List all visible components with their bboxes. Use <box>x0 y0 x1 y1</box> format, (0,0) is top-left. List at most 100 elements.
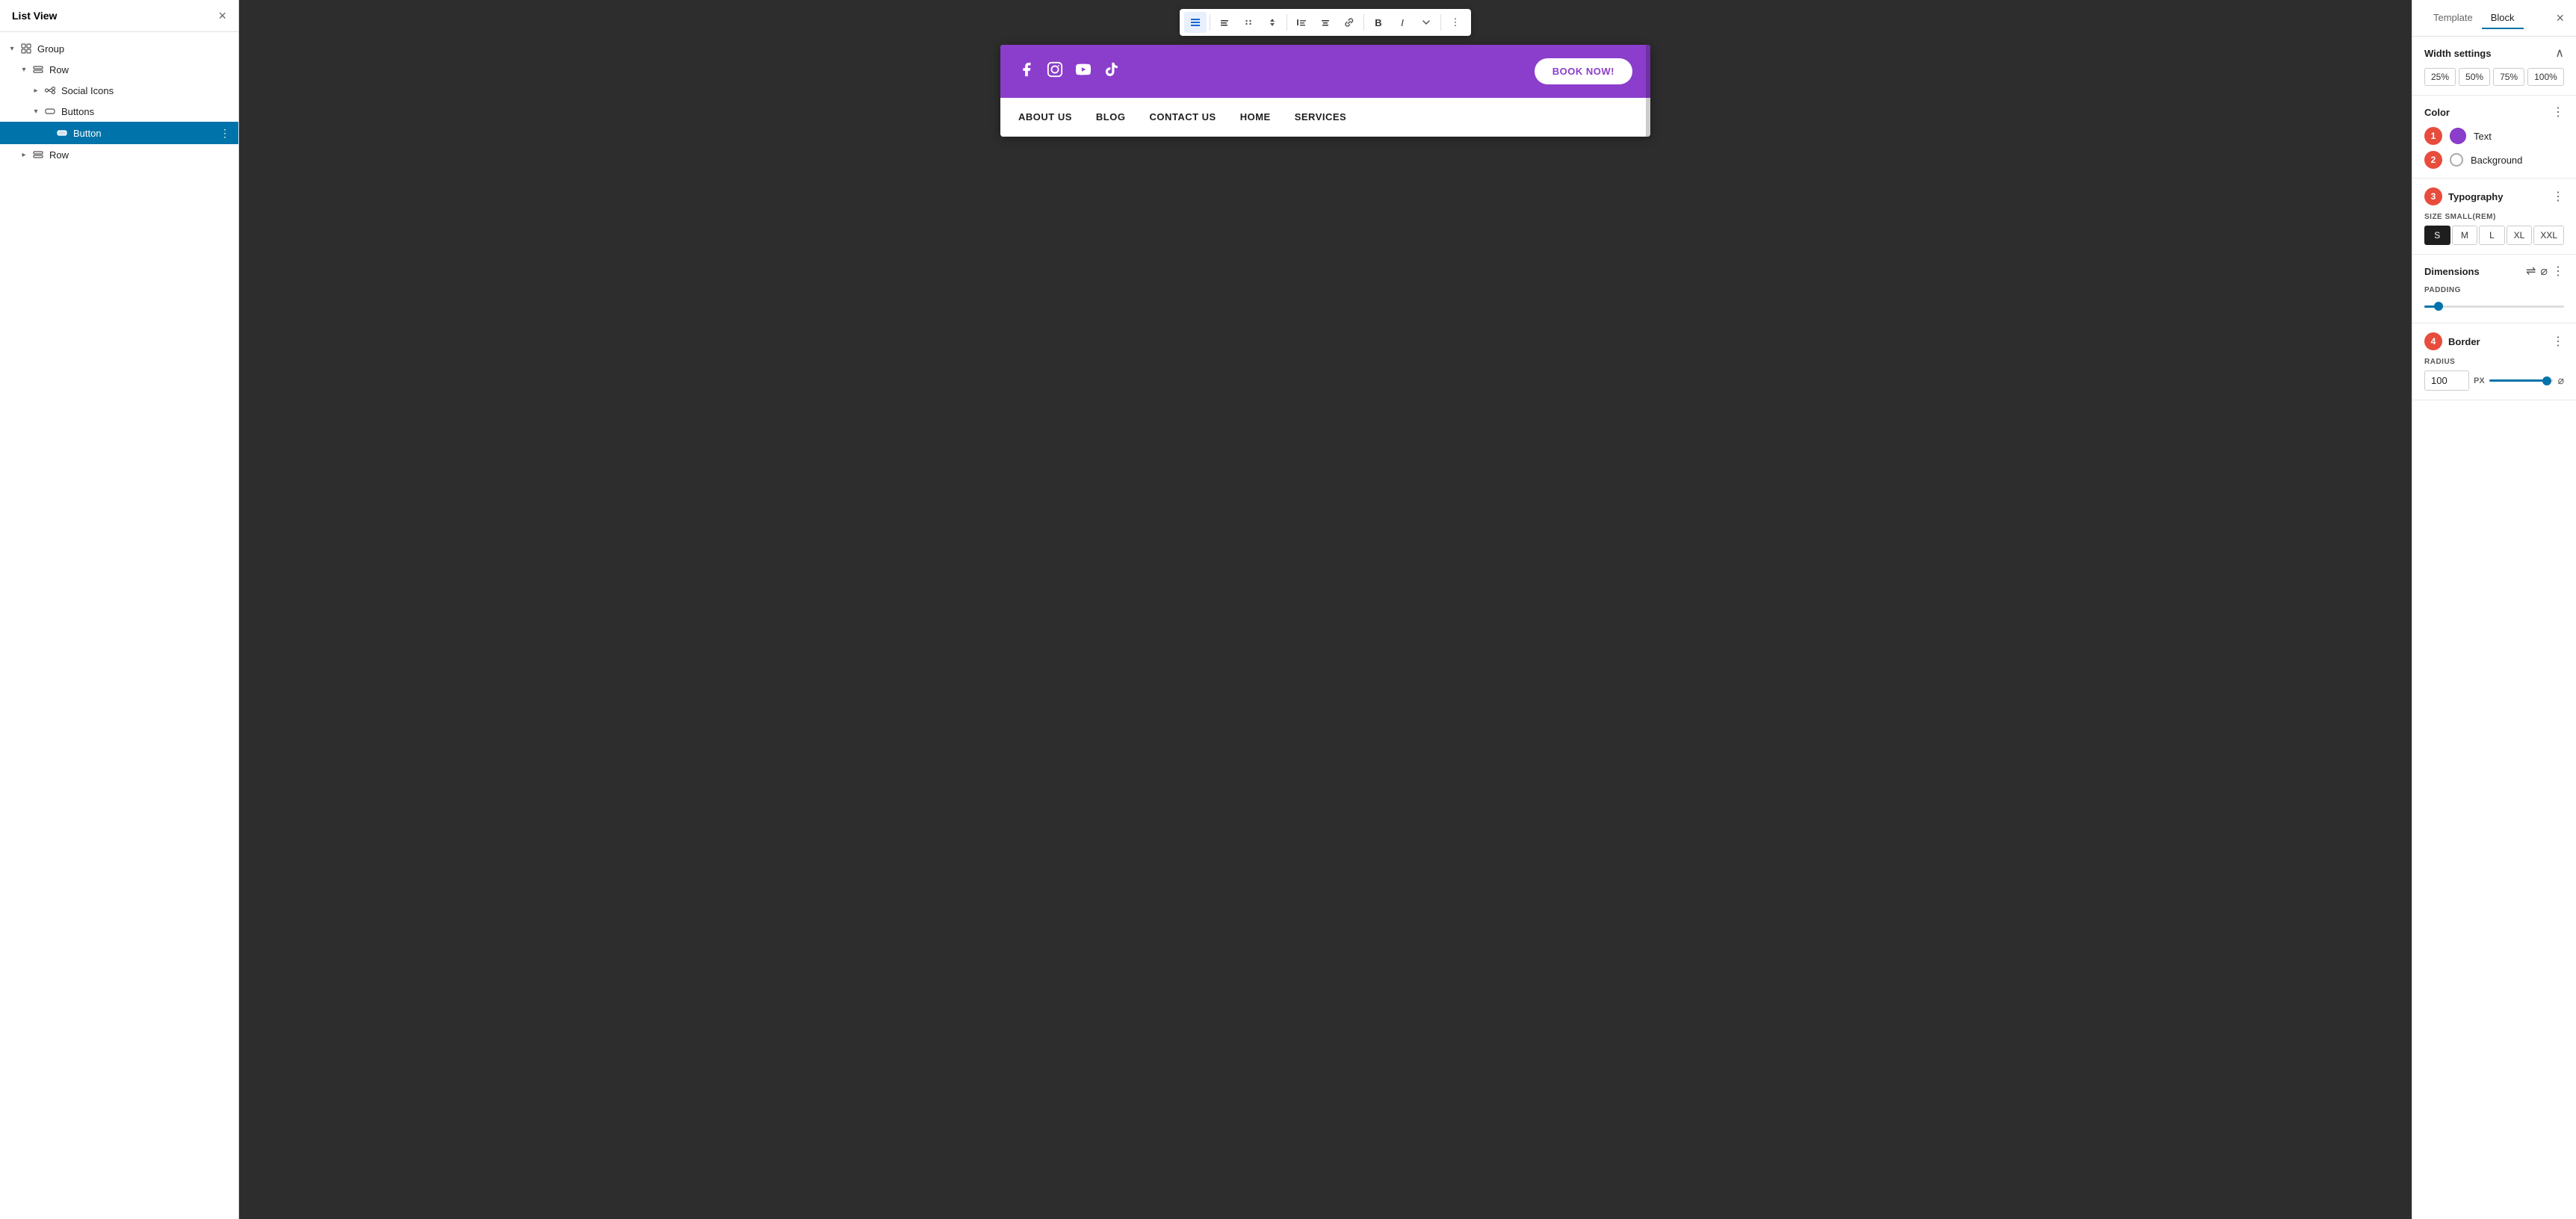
toolbar-drag-btn[interactable] <box>1237 12 1260 33</box>
padding-slider-row <box>2424 299 2564 314</box>
tree-item-row2[interactable]: Row <box>0 144 238 165</box>
badge-4: 4 <box>2424 332 2442 350</box>
slider-track <box>2424 305 2564 308</box>
chevron-icon <box>18 149 30 161</box>
youtube-icon[interactable] <box>1075 61 1092 82</box>
nav-blog[interactable]: BLOG <box>1096 111 1126 122</box>
size-s-btn[interactable]: S <box>2424 226 2450 245</box>
border-slider-track <box>2489 379 2554 382</box>
border-radius-unit: PX <box>2474 376 2485 385</box>
padding-slider[interactable] <box>2424 299 2564 314</box>
facebook-icon[interactable] <box>1018 61 1035 82</box>
color-section-dots[interactable]: ⋮ <box>2552 105 2564 120</box>
list-view-close-button[interactable]: × <box>218 9 226 22</box>
tab-block[interactable]: Block <box>2482 7 2524 29</box>
chevron-icon <box>30 84 42 96</box>
nav-services[interactable]: SERVICES <box>1295 111 1347 122</box>
toolbar-up-down-btn[interactable] <box>1261 12 1284 33</box>
dimensions-section: Dimensions ⇌ ⌀ ⋮ PADDING <box>2412 255 2576 323</box>
width-settings-title: Width settings <box>2424 48 2491 59</box>
text-color-swatch[interactable] <box>2450 128 2466 144</box>
padding-label: PADDING <box>2424 286 2564 294</box>
border-radius-input[interactable] <box>2424 370 2469 391</box>
size-xl-btn[interactable]: XL <box>2507 226 2533 245</box>
block-toolbar: B I ⋮ <box>1180 9 1471 36</box>
nav-contact-us[interactable]: CONTACT US <box>1149 111 1216 122</box>
resize-handle[interactable] <box>1646 45 1650 137</box>
preview-nav: ABOUT US BLOG CONTACT US HOME SERVICES <box>1000 98 1650 137</box>
border-section-title: Border <box>2448 336 2480 347</box>
instagram-icon[interactable] <box>1047 61 1063 82</box>
typography-section-dots[interactable]: ⋮ <box>2552 189 2564 204</box>
toolbar-center-btn[interactable] <box>1314 12 1337 33</box>
color-background-item[interactable]: Background <box>2450 153 2522 167</box>
background-radio[interactable] <box>2450 153 2463 167</box>
tree-item-button[interactable]: Button ⋮ <box>0 122 238 144</box>
toolbar-link-btn[interactable] <box>1338 12 1360 33</box>
buttons-label: Buttons <box>61 106 232 117</box>
group-label: Group <box>37 43 232 55</box>
border-link-icon[interactable]: ⌀ <box>2558 374 2564 387</box>
width-25-btn[interactable]: 25% <box>2424 68 2456 86</box>
size-m-btn[interactable]: M <box>2452 226 2478 245</box>
preview-purple-bar: BOOK NOW! <box>1000 45 1650 98</box>
toolbar-align-left-btn[interactable] <box>1290 12 1313 33</box>
text-color-label: Text <box>2474 131 2492 142</box>
button-label: Button <box>73 128 217 139</box>
dimensions-section-title: Dimensions <box>2424 266 2480 277</box>
toolbar-text-style-dropdown[interactable] <box>1415 12 1437 33</box>
tree-item-row1[interactable]: Row <box>0 59 238 80</box>
dimensions-link-icon[interactable]: ⌀ <box>2540 264 2548 279</box>
typography-section-title: Typography <box>2448 191 2503 202</box>
color-text-item[interactable]: Text <box>2450 128 2492 144</box>
typography-section-header: 3 Typography ⋮ <box>2424 187 2564 205</box>
toolbar-text-btn[interactable] <box>1213 12 1236 33</box>
row2-icon <box>31 148 45 161</box>
nav-home[interactable]: HOME <box>1240 111 1271 122</box>
border-radius-slider[interactable] <box>2489 373 2554 388</box>
border-slider-fill <box>2489 379 2547 382</box>
toolbar-bold-btn[interactable]: B <box>1367 12 1390 33</box>
dimensions-adjust-icon[interactable]: ⇌ <box>2526 264 2536 279</box>
canvas-content: BOOK NOW! ABOUT US BLOG CONTACT US HOME … <box>239 45 2412 1219</box>
item-options-icon[interactable]: ⋮ <box>217 125 232 140</box>
nav-about-us[interactable]: ABOUT US <box>1018 111 1072 122</box>
badge-2: 2 <box>2424 151 2442 169</box>
tiktok-icon[interactable] <box>1103 61 1120 82</box>
toolbar-more-btn[interactable]: ⋮ <box>1444 12 1467 33</box>
book-now-button[interactable]: BOOK NOW! <box>1535 58 1632 84</box>
buttons-icon <box>43 105 57 118</box>
width-settings-toggle[interactable]: ∧ <box>2555 46 2564 61</box>
toolbar-separator4 <box>1440 14 1441 31</box>
social-icons-label: Social Icons <box>61 85 232 96</box>
tab-group: Template Block <box>2424 7 2524 28</box>
border-slider-thumb[interactable] <box>2542 376 2551 385</box>
chevron-icon <box>30 105 42 117</box>
list-view-title: List View <box>12 10 57 22</box>
width-50-btn[interactable]: 50% <box>2459 68 2490 86</box>
badge-1: 1 <box>2424 127 2442 145</box>
background-color-label: Background <box>2471 155 2522 166</box>
toolbar-list-view-btn[interactable] <box>1184 12 1207 33</box>
slider-thumb[interactable] <box>2434 302 2443 311</box>
right-panel-close-button[interactable]: × <box>2556 10 2564 26</box>
width-100-btn[interactable]: 100% <box>2527 68 2564 86</box>
size-l-btn[interactable]: L <box>2479 226 2505 245</box>
tab-template[interactable]: Template <box>2424 7 2482 29</box>
tree-item-social-icons[interactable]: Social Icons <box>0 80 238 101</box>
size-xxl-btn[interactable]: XXL <box>2533 226 2564 245</box>
chevron-icon <box>6 43 18 55</box>
row1-label: Row <box>49 64 232 75</box>
dimensions-section-dots[interactable]: ⋮ <box>2552 264 2564 279</box>
tree-item-group[interactable]: Group <box>0 38 238 59</box>
width-settings-header: Width settings ∧ <box>2424 46 2564 61</box>
radius-label: RADIUS <box>2424 358 2564 366</box>
toolbar-italic-btn[interactable]: I <box>1391 12 1414 33</box>
width-75-btn[interactable]: 75% <box>2493 68 2524 86</box>
tree-item-buttons[interactable]: Buttons <box>0 101 238 122</box>
dimensions-section-header: Dimensions ⇌ ⌀ ⋮ <box>2424 264 2564 279</box>
border-section-dots[interactable]: ⋮ <box>2552 334 2564 349</box>
typography-size-label: SIZE SMALL(REM) <box>2424 213 2564 221</box>
button-icon <box>55 126 69 140</box>
typography-section: 3 Typography ⋮ SIZE SMALL(REM) S M L XL … <box>2412 179 2576 255</box>
